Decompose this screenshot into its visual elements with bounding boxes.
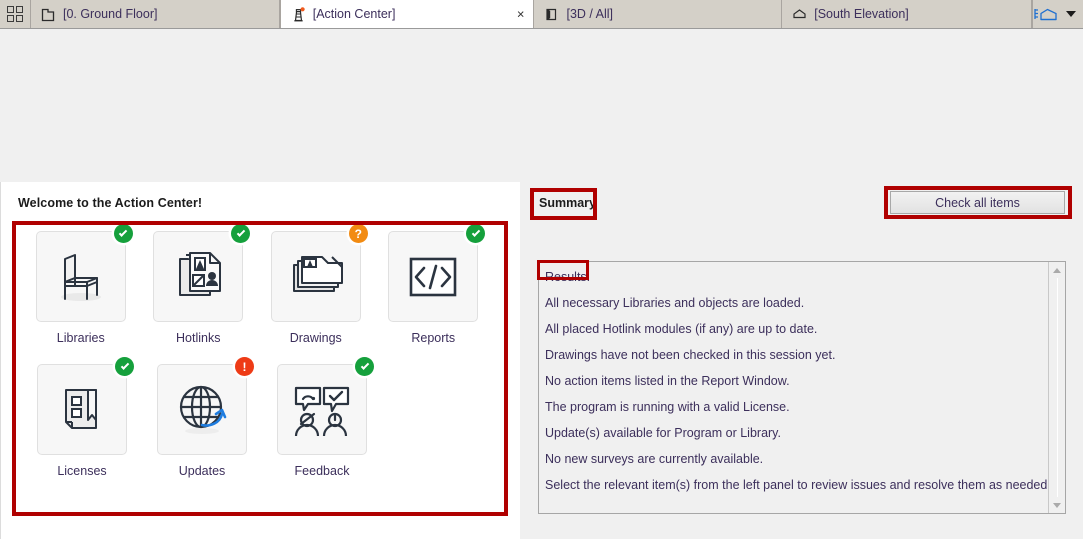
chevron-down-icon[interactable] xyxy=(1066,11,1077,17)
results-scrollbar[interactable] xyxy=(1048,262,1065,513)
tab-label: [Action Center] xyxy=(312,7,396,21)
tile-libraries[interactable]: Libraries xyxy=(22,224,140,345)
tile-row: Libraries Hotlinks ? Drawings Reports xyxy=(22,224,493,345)
tile-label: Licenses xyxy=(57,464,107,478)
result-item: All placed Hotlink modules (if any) are … xyxy=(545,322,818,336)
status-badge-ok xyxy=(466,224,486,243)
result-item: Update(s) available for Program or Libra… xyxy=(545,426,781,440)
tab-south-elevation[interactable]: [South Elevation] xyxy=(782,0,1033,28)
tile-licenses[interactable]: Licenses xyxy=(22,357,142,478)
tile-updates[interactable]: ! Updates xyxy=(142,357,262,478)
scroll-down-icon[interactable] xyxy=(1049,497,1066,513)
summary-heading: Summary xyxy=(539,196,596,210)
status-badge-ok xyxy=(115,357,134,376)
status-badge-ok xyxy=(231,224,251,243)
result-item: Select the relevant item(s) from the lef… xyxy=(545,478,1048,492)
lighthouse-icon xyxy=(290,6,307,23)
results-label: Results: xyxy=(545,270,591,284)
elevation-marker-icon[interactable] xyxy=(1033,6,1059,23)
tile-card[interactable]: ? xyxy=(270,224,368,322)
tab-ground-floor[interactable]: [0. Ground Floor] xyxy=(30,0,280,28)
results-panel: Results: All necessary Libraries and obj… xyxy=(538,261,1066,514)
cube-3d-icon xyxy=(543,6,560,23)
documents-icon xyxy=(166,245,230,309)
tile-row: Licenses ! Updates Feedback xyxy=(22,357,492,478)
result-item: No action items listed in the Report Win… xyxy=(545,374,790,388)
tile-label: Reports xyxy=(411,331,456,345)
feedback-chat-icon xyxy=(290,378,354,442)
chair-icon xyxy=(49,245,113,309)
status-badge-ok xyxy=(355,357,374,376)
elevation-house-icon xyxy=(791,6,808,23)
view-grid-icon xyxy=(6,6,23,22)
tile-card[interactable] xyxy=(37,357,134,455)
tile-label: Updates xyxy=(178,464,226,478)
result-item: No new surveys are currently available. xyxy=(545,452,764,466)
tile-grid: Libraries Hotlinks ? Drawings Reports Li… xyxy=(22,224,493,478)
tab-close-icon[interactable]: × xyxy=(517,8,525,21)
tile-hotlinks[interactable]: Hotlinks xyxy=(140,224,258,345)
tile-feedback[interactable]: Feedback xyxy=(262,357,382,478)
code-brackets-icon xyxy=(401,245,465,309)
status-badge-error: ! xyxy=(235,357,254,376)
tab-bar: [0. Ground Floor] [Action Center] × [3D … xyxy=(0,0,1083,29)
result-item: Drawings have not been checked in this s… xyxy=(545,348,836,362)
results-list: Results: All necessary Libraries and obj… xyxy=(539,262,1048,513)
tile-card[interactable] xyxy=(35,224,133,322)
result-item: The program is running with a valid Lice… xyxy=(545,400,790,414)
view-grid-button[interactable] xyxy=(0,0,31,28)
canvas-empty-area xyxy=(0,29,1083,182)
tile-label: Libraries xyxy=(56,331,105,345)
tile-label: Hotlinks xyxy=(176,331,221,345)
tile-label: Drawings xyxy=(289,331,342,345)
scroll-up-icon[interactable] xyxy=(1049,262,1066,278)
status-badge-warning: ? xyxy=(348,224,368,243)
drawing-file-icon xyxy=(284,245,348,309)
tile-card[interactable] xyxy=(153,224,251,322)
scrollbar-track[interactable] xyxy=(1056,278,1058,497)
floor-plan-icon xyxy=(40,6,57,23)
tab-label: [3D / All] xyxy=(566,7,614,21)
tab-label: [0. Ground Floor] xyxy=(62,7,158,21)
tab-bar-toolbar xyxy=(1032,0,1083,28)
tile-reports[interactable]: Reports xyxy=(375,224,493,345)
welcome-heading: Welcome to the Action Center! xyxy=(18,196,203,210)
result-item: All necessary Libraries and objects are … xyxy=(545,296,805,310)
tile-card[interactable]: ! xyxy=(157,357,254,455)
globe-refresh-icon xyxy=(170,378,234,442)
tab-label: [South Elevation] xyxy=(814,7,909,21)
tile-card[interactable] xyxy=(277,357,374,455)
status-badge-ok xyxy=(113,224,133,243)
tab-action-center[interactable]: [Action Center] × xyxy=(279,0,535,28)
tile-label: Feedback xyxy=(294,464,350,478)
license-book-icon xyxy=(50,378,114,442)
action-center-window: [0. Ground Floor] [Action Center] × [3D … xyxy=(0,0,1083,539)
check-all-items-button[interactable]: Check all items xyxy=(890,191,1065,214)
tile-card[interactable] xyxy=(388,224,486,322)
tile-drawings[interactable]: ? Drawings xyxy=(257,224,375,345)
tab-3d-all[interactable]: [3D / All] xyxy=(534,0,783,28)
